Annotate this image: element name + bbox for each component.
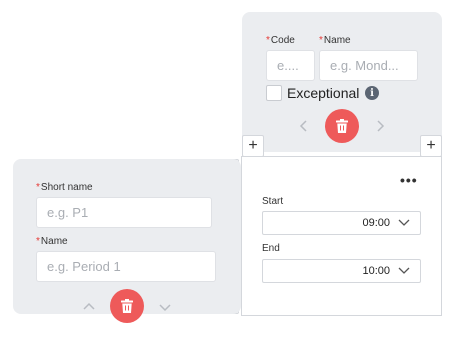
day-name-input[interactable]: e.g. Mond... xyxy=(319,50,418,81)
delete-period-button[interactable] xyxy=(110,289,144,323)
start-time-select[interactable]: 09:00 xyxy=(262,211,421,235)
chevron-up-icon[interactable] xyxy=(81,299,97,315)
end-time-select[interactable]: 10:00 xyxy=(262,259,421,283)
period-name-input[interactable]: e.g. Period 1 xyxy=(36,251,216,282)
chevron-left-icon[interactable] xyxy=(296,118,312,134)
required-mark: * xyxy=(36,236,40,247)
chevron-down-icon xyxy=(398,218,410,231)
required-mark: * xyxy=(36,182,40,193)
end-time-value: 10:00 xyxy=(362,265,390,277)
code-input[interactable]: e.... xyxy=(266,50,315,81)
code-label: *Code xyxy=(266,35,295,46)
end-label: End xyxy=(262,243,280,254)
add-before-button[interactable]: + xyxy=(242,135,264,157)
trash-icon xyxy=(121,299,133,313)
short-name-label: *Short name xyxy=(36,182,93,193)
exceptional-label: Exceptional xyxy=(287,85,360,101)
chevron-down-icon[interactable] xyxy=(157,299,173,315)
chevron-down-icon xyxy=(398,266,410,279)
required-mark: * xyxy=(319,35,323,46)
exceptional-checkbox[interactable] xyxy=(266,85,282,101)
start-time-value: 09:00 xyxy=(362,217,390,229)
start-label: Start xyxy=(262,196,284,207)
chevron-right-icon[interactable] xyxy=(372,118,388,134)
required-mark: * xyxy=(266,35,270,46)
period-name-label: *Name xyxy=(36,236,68,247)
name-label: *Name xyxy=(319,35,351,46)
more-icon[interactable]: ••• xyxy=(400,172,418,188)
short-name-input[interactable]: e.g. P1 xyxy=(36,197,212,228)
add-after-button[interactable]: + xyxy=(420,135,442,157)
delete-day-button[interactable] xyxy=(325,109,359,143)
trash-icon xyxy=(336,119,348,133)
info-icon[interactable]: i xyxy=(365,86,379,100)
